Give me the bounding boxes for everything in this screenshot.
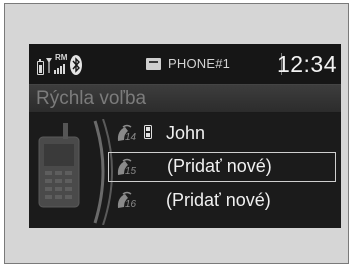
phone-name: PHONE#1 (168, 56, 231, 71)
audio-display-screen: RM PHONE#1 12:34 Rýchla voľba 14 John 15… (29, 44, 341, 228)
speed-dial-slot: 15 (125, 166, 137, 177)
speed-dial-row-selected[interactable]: 15 (Pridať nové) (108, 152, 336, 182)
signal-strength-icon: RM (46, 53, 68, 75)
mobile-phone-icon (144, 125, 152, 139)
speed-dial-label: John (166, 123, 206, 143)
title-bar: Rýchla voľba (29, 85, 341, 113)
status-icons: RM (37, 53, 82, 75)
handset-illustration-icon (38, 119, 113, 225)
status-bar: RM PHONE#1 12:34 (29, 44, 341, 85)
screen-title: Rýchla voľba (36, 88, 147, 109)
phone-icon (146, 57, 161, 70)
clock: 12:34 (276, 51, 337, 77)
bluetooth-icon (70, 55, 82, 75)
speed-dial-slot: 14 (125, 132, 137, 143)
speed-dial-slot: 16 (125, 199, 137, 210)
roaming-indicator: RM (55, 53, 68, 62)
speed-dial-row[interactable]: 14 John (109, 119, 335, 149)
figure-frame: RM PHONE#1 12:34 Rýchla voľba 14 John 15… (4, 3, 349, 264)
connected-phone: PHONE#1 (146, 56, 230, 71)
antenna-icon (46, 58, 52, 73)
speed-dial-content: 14 John 15 (Pridať nové) 16 (Pridať nové… (29, 113, 341, 228)
speed-dial-row[interactable]: 16 (Pridať nové) (109, 186, 335, 216)
signal-bars (54, 64, 65, 74)
battery-icon (37, 59, 44, 75)
speed-dial-label: (Pridať nové) (167, 156, 272, 176)
speed-dial-label: (Pridať nové) (166, 190, 271, 210)
